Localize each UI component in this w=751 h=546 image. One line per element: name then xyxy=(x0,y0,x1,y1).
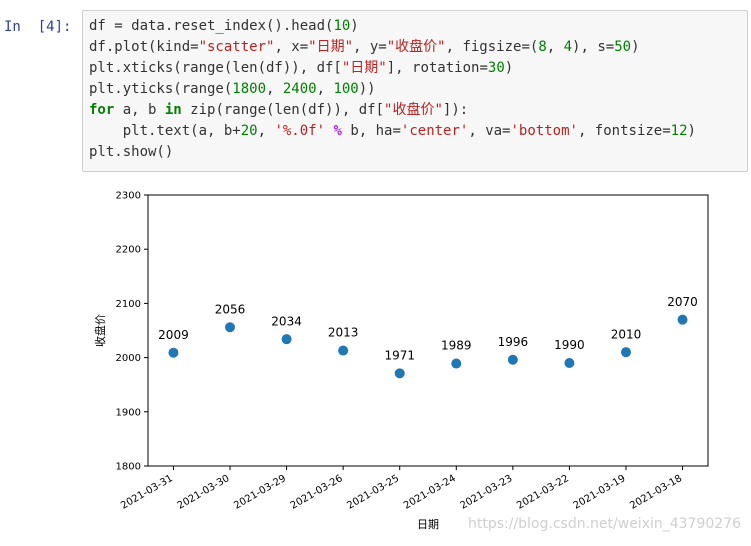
y-tick-label: 2000 xyxy=(116,353,141,364)
code-token: in xyxy=(164,102,182,118)
code-token: 'bottom' xyxy=(510,123,578,139)
y-tick-label: 2300 xyxy=(116,191,141,202)
data-label: 2013 xyxy=(328,326,359,340)
code-token: , va= xyxy=(468,123,511,139)
code-token: df = data.reset_index().head( xyxy=(89,18,334,34)
code-token: 20 xyxy=(240,123,258,139)
code-token: , fontsize= xyxy=(577,123,671,139)
data-label: 2056 xyxy=(215,302,246,316)
code-token: , xyxy=(316,81,334,97)
code-token: ) xyxy=(350,18,359,34)
code-token: 4 xyxy=(563,39,573,55)
code-line: for a, b in zip(range(len(df)), df["收盘价"… xyxy=(89,100,741,121)
data-point xyxy=(394,368,405,379)
data-label: 1971 xyxy=(384,348,415,362)
code-line: df.plot(kind="scatter", x="日期", y="收盘价",… xyxy=(89,37,741,58)
code-cell-editor[interactable]: df = data.reset_index().head(10) df.plot(… xyxy=(82,10,748,172)
code-token: 50 xyxy=(614,39,632,55)
code-token: "收盘价" xyxy=(386,39,446,55)
code-token: 100 xyxy=(333,81,359,97)
code-token: plt.yticks(range( xyxy=(89,81,233,97)
code-token: , figsize=( xyxy=(445,39,539,55)
code-token: 'center' xyxy=(400,123,469,139)
y-tick-label: 1800 xyxy=(116,462,141,473)
cell-output: 1800 1900 2000 2100 2200 2300 2021-03-31 2021-… xyxy=(82,176,751,542)
code-line: plt.text(a, b+20, '%.0f' % b, ha='center… xyxy=(89,121,741,142)
code-token: , xyxy=(257,123,275,139)
data-label: 1996 xyxy=(498,335,529,349)
code-token: plt.show() xyxy=(89,144,174,160)
code-token: , y= xyxy=(353,39,387,55)
data-label: 1990 xyxy=(554,338,585,352)
code-token: ) xyxy=(631,39,640,55)
code-line: plt.xticks(range(len(df)), df["日期"], rot… xyxy=(89,58,741,79)
code-token: 2400 xyxy=(282,81,317,97)
code-token: ), s= xyxy=(572,39,615,55)
code-token: "日期" xyxy=(308,39,354,55)
code-token: plt.xticks(range(len(df)), df[ xyxy=(89,60,342,76)
y-tick-label: 2100 xyxy=(116,299,141,310)
data-point xyxy=(507,354,518,365)
code-token: zip(range(len(df)), df[ xyxy=(181,102,385,118)
code-token: 10 xyxy=(333,18,351,34)
code-token: ) xyxy=(687,123,696,139)
data-point xyxy=(620,347,631,358)
y-axis-label: 收盘价 xyxy=(93,314,107,347)
data-label: 2070 xyxy=(667,295,698,309)
data-label: 2009 xyxy=(158,328,189,342)
code-token: , x= xyxy=(274,39,309,55)
data-point xyxy=(564,358,575,369)
code-token: ) xyxy=(504,60,514,76)
code-token: "收盘价" xyxy=(384,102,443,118)
scatter-chart: 180019002000210022002300 2021-03-31 2021-… xyxy=(82,176,751,542)
code-token: 8 xyxy=(538,39,547,55)
data-label: 2010 xyxy=(611,327,642,341)
code-token: , xyxy=(546,39,564,55)
data-label: 2034 xyxy=(271,314,302,328)
code-token: plt.text(a, b+ xyxy=(89,123,241,139)
code-token: '%.0f' xyxy=(274,123,326,139)
code-token: ], rotation= xyxy=(386,60,488,76)
data-point xyxy=(168,347,179,358)
y-tick-label: 2200 xyxy=(116,245,141,256)
code-token: )) xyxy=(358,81,376,97)
code-token: b, ha= xyxy=(341,123,401,139)
code-token: ]): xyxy=(442,102,469,118)
code-token: df.plot(kind= xyxy=(89,39,199,55)
code-line: plt.yticks(range(1800, 2400, 100)) xyxy=(89,79,741,100)
x-axis-label: 日期 xyxy=(417,518,439,531)
code-token: 30 xyxy=(487,60,505,76)
data-point xyxy=(677,314,688,325)
code-token: 1800 xyxy=(232,81,267,97)
code-token: 12 xyxy=(670,123,688,139)
watermark: https://blog.csdn.net/weixin_43790276 xyxy=(467,516,741,532)
data-point xyxy=(338,345,349,356)
data-point xyxy=(281,334,292,345)
cell-prompt: In [4]: xyxy=(4,19,72,35)
code-token: , xyxy=(266,81,283,97)
data-point xyxy=(451,358,462,369)
code-token: "日期" xyxy=(341,60,387,76)
code-token: a, b xyxy=(114,102,165,118)
data-point xyxy=(225,322,236,333)
code-token: % xyxy=(333,123,342,139)
code-line: df = data.reset_index().head(10) xyxy=(89,16,741,37)
code-line: plt.show() xyxy=(89,142,741,163)
code-token: "scatter" xyxy=(198,39,275,55)
data-label: 1989 xyxy=(441,339,472,353)
y-tick-label: 1900 xyxy=(116,407,141,418)
code-token: for xyxy=(89,102,115,118)
